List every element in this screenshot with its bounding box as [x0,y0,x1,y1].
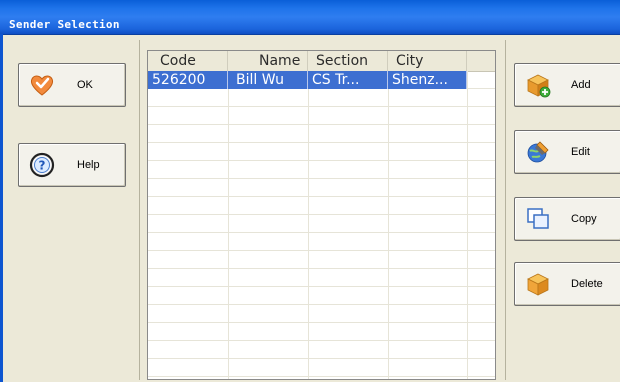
ok-button[interactable]: OK [18,63,126,107]
table-row[interactable]: 526200 Bill Wu CS Tr... Shenz... [148,71,495,89]
empty-row[interactable] [148,359,495,377]
empty-row[interactable] [148,125,495,143]
selected-row-highlight: 526200 Bill Wu CS Tr... Shenz... [148,71,467,89]
delete-button[interactable]: Delete [514,262,620,306]
cell-section: CS Tr... [308,71,388,89]
box-delete-icon [525,271,551,297]
column-header-code[interactable]: Code [148,51,228,71]
empty-row[interactable] [148,89,495,107]
cell-city: Shenz... [388,71,467,89]
empty-row[interactable] [148,323,495,341]
empty-row[interactable] [148,287,495,305]
copy-windows-icon [525,206,551,232]
empty-row[interactable] [148,143,495,161]
table-header: Code Name Section City [148,51,495,72]
delete-label: Delete [571,278,603,290]
help-label: Help [77,159,100,171]
edit-button[interactable]: Edit [514,130,620,174]
window-title: Sender Selection [9,18,120,31]
box-add-icon [525,72,551,98]
ok-label: OK [77,79,93,91]
empty-row[interactable] [148,197,495,215]
empty-row[interactable] [148,233,495,251]
empty-row[interactable] [148,251,495,269]
empty-row[interactable] [148,179,495,197]
column-header-name[interactable]: Name [228,51,308,71]
sender-table[interactable]: Code Name Section City 526200 Bill Wu CS… [147,50,496,380]
column-header-section[interactable]: Section [308,51,388,71]
cell-name: Bill Wu [228,71,308,89]
help-button[interactable]: ? Help [18,143,126,187]
globe-pencil-icon [525,139,551,165]
heart-check-icon [29,72,55,98]
edit-label: Edit [571,146,590,158]
add-label: Add [571,79,591,91]
copy-button[interactable]: Copy [514,197,620,241]
column-header-city[interactable]: City [388,51,467,71]
window-frame-left [0,34,3,382]
empty-row[interactable] [148,269,495,287]
empty-row[interactable] [148,341,495,359]
empty-row[interactable] [148,161,495,179]
copy-label: Copy [571,213,597,225]
empty-row[interactable] [148,305,495,323]
empty-row[interactable] [148,215,495,233]
help-question-icon: ? [29,152,55,178]
svg-text:?: ? [39,159,46,173]
add-button[interactable]: Add [514,63,620,107]
empty-row[interactable] [148,107,495,125]
cell-code: 526200 [148,71,228,89]
title-bar[interactable]: Sender Selection [0,0,620,35]
